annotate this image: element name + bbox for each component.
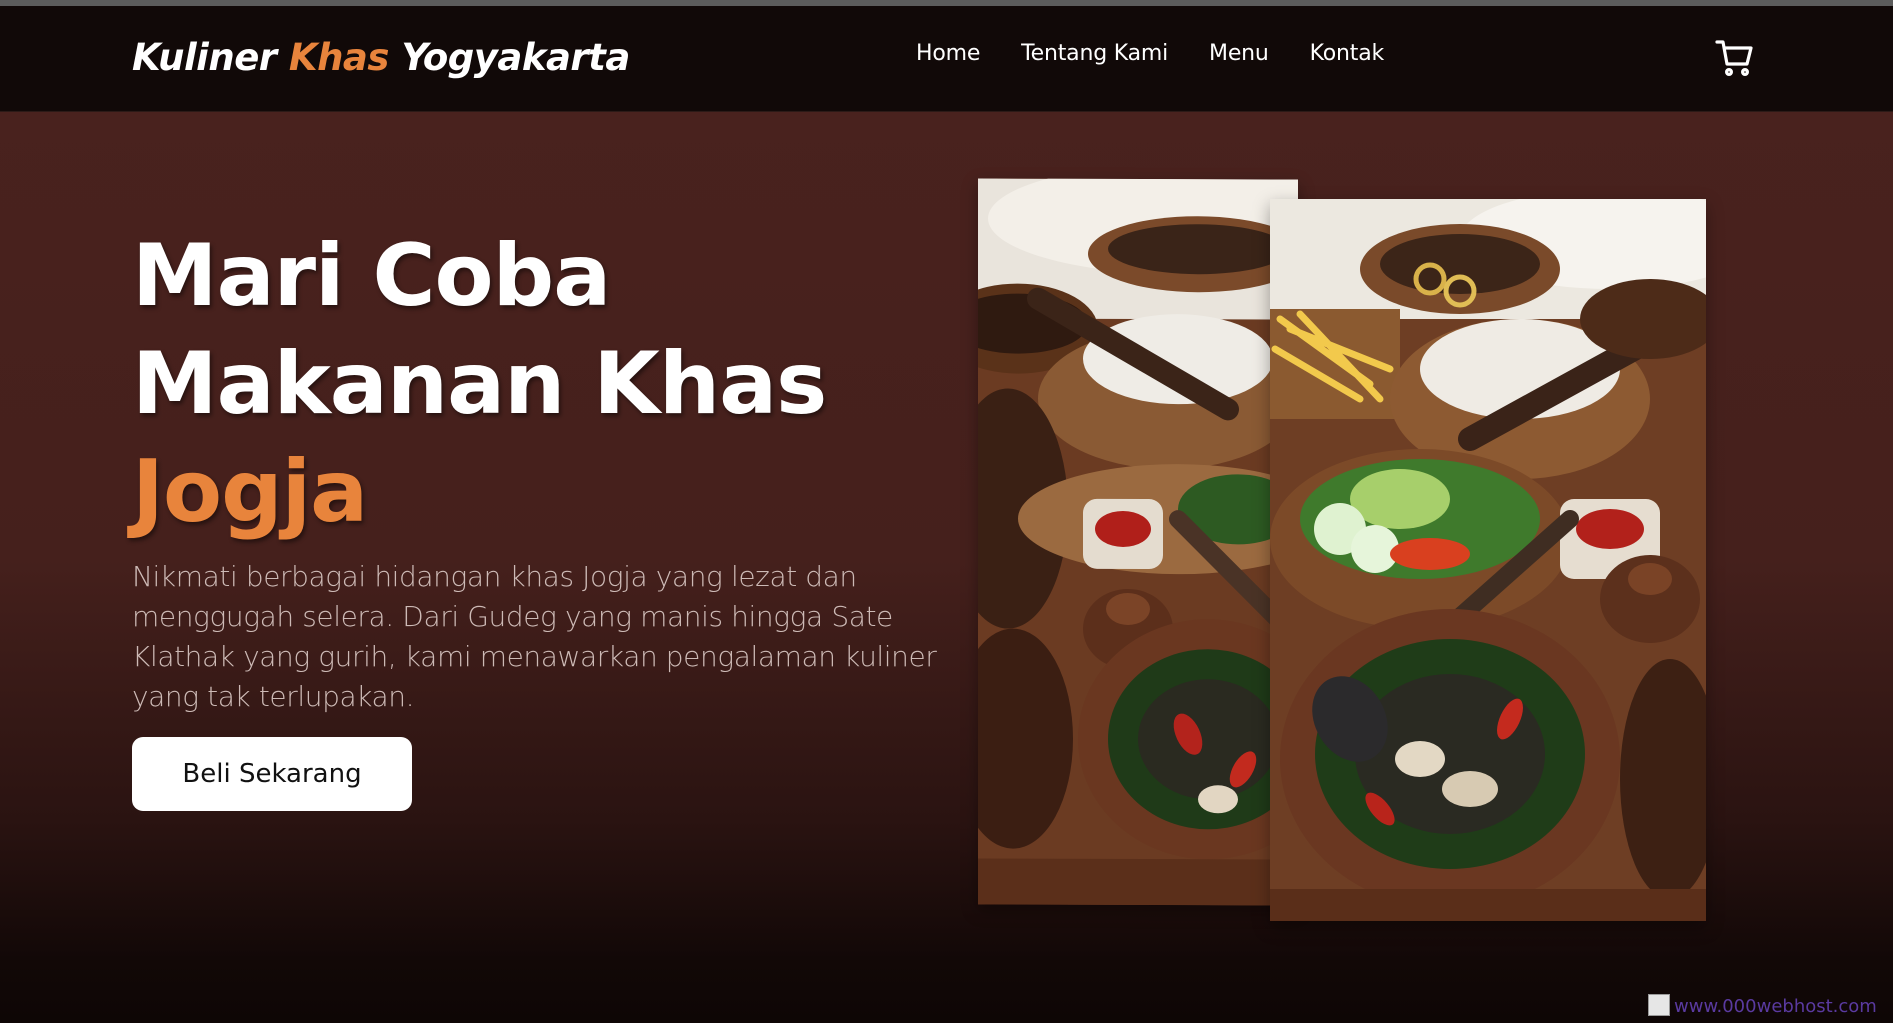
hero-title-line3: Jogja [132, 442, 368, 542]
site-logo[interactable]: Kuliner Khas Yogyakarta [132, 36, 630, 79]
hero-description: Nikmati berbagai hidangan khas Jogja yan… [132, 560, 937, 713]
hosting-badge[interactable]: www.000webhost.com [1648, 994, 1877, 1017]
logo-text-part3: Yogyakarta [388, 36, 630, 79]
food-photo-right [1270, 199, 1706, 921]
buy-now-button[interactable]: Beli Sekarang [132, 737, 412, 811]
nav-link-tentang-kami[interactable]: Tentang Kami [1021, 41, 1168, 66]
hosting-badge-text: www.000webhost.com [1674, 996, 1877, 1017]
nav-link-menu[interactable]: Menu [1209, 41, 1269, 66]
food-photo-left [978, 178, 1298, 906]
nav-link-kontak[interactable]: Kontak [1310, 41, 1385, 66]
shopping-cart-icon[interactable] [1715, 38, 1755, 78]
navbar: Kuliner Khas Yogyakarta Home Tentang Kam… [0, 6, 1893, 112]
broken-image-icon [1648, 994, 1670, 1016]
hero-title-line1: Mari Coba [132, 226, 611, 326]
main-nav: Home Tentang Kami Menu Kontak [916, 41, 1425, 66]
logo-text-part1: Kuliner [132, 36, 289, 79]
hero-title-line2: Makanan Khas [132, 334, 827, 434]
hero-title: Mari Coba Makanan Khas Jogja [132, 222, 827, 546]
nav-link-home[interactable]: Home [916, 41, 980, 66]
logo-text-accent: Khas [288, 36, 390, 79]
